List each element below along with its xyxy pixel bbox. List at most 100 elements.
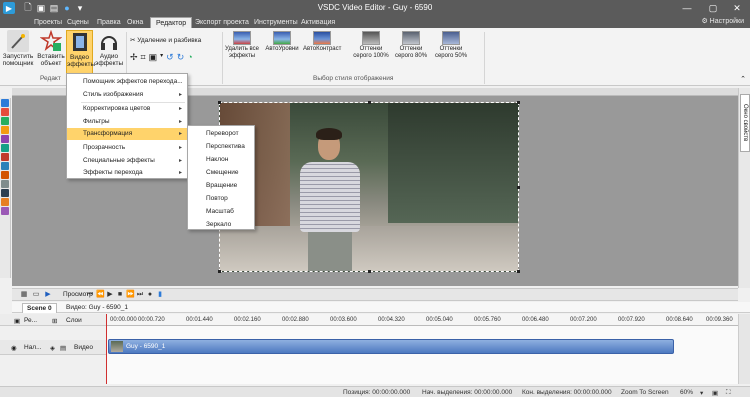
speed-icon[interactable]: ◔ xyxy=(187,52,192,63)
menu-item-transformation[interactable]: Трансформация ▸ xyxy=(67,128,187,140)
counter-tool-icon[interactable] xyxy=(1,171,9,179)
resize-handle[interactable] xyxy=(368,270,371,273)
submenu-item-repeat[interactable]: Повтор xyxy=(188,192,254,205)
submenu-item-flip[interactable]: Переворот xyxy=(188,127,254,140)
timeline-clip[interactable]: Guy - 6590_1 xyxy=(108,339,674,354)
video-effects-button[interactable]: Видео эффекты xyxy=(66,30,95,74)
person-shirt xyxy=(300,162,360,232)
audio-tool-icon[interactable] xyxy=(1,135,9,143)
resize-handle[interactable] xyxy=(218,270,221,273)
color-strip-icon[interactable]: ▮ xyxy=(156,291,164,299)
subtitle-tool-icon[interactable] xyxy=(1,189,9,197)
menu-item-filters[interactable]: Фильтры ▸ xyxy=(67,116,187,128)
text-tool-icon[interactable] xyxy=(1,108,9,116)
playhead[interactable] xyxy=(106,314,107,384)
menu-item-transition-effects[interactable]: Эффекты перехода ▸ xyxy=(67,167,187,179)
menu-item-image-style[interactable]: Стиль изображения ▸ xyxy=(67,89,187,101)
menu-item-transition-wizard[interactable]: Помощник эффектов перехода... xyxy=(67,76,187,88)
menu-item-label: Прозрачность xyxy=(83,144,126,151)
submenu-item-mirror[interactable]: Зеркало xyxy=(188,218,254,231)
play-icon[interactable]: ▶ xyxy=(106,291,114,299)
crop-frame-icon[interactable]: ▣ xyxy=(149,52,158,63)
rotate-left-icon[interactable]: ↺ xyxy=(166,52,174,63)
video-tool-icon[interactable] xyxy=(1,144,9,152)
preset-grayscale-50[interactable]: Оттенки серого 50% xyxy=(432,31,470,60)
layer-expand-icon[interactable]: ▣ xyxy=(14,317,20,325)
select-tool-icon[interactable] xyxy=(1,99,9,107)
rotate-right-icon[interactable]: ↻ xyxy=(177,52,185,63)
timeline-scrollbar[interactable] xyxy=(738,314,750,384)
preset-remove-all[interactable]: Удалить все эффекты xyxy=(223,31,261,60)
submenu-item-skew[interactable]: Наклон xyxy=(188,153,254,166)
resize-handle[interactable] xyxy=(517,186,520,189)
skip-to-start-icon[interactable]: ⏮ xyxy=(86,291,94,299)
tab-scenes[interactable]: Сцены xyxy=(62,17,94,28)
audio-effects-button[interactable]: Аудио эффекты xyxy=(95,30,123,67)
tab-windows[interactable]: Окна xyxy=(122,17,148,28)
video-frame[interactable] xyxy=(219,102,519,272)
resize-handle[interactable] xyxy=(517,101,520,104)
fullscreen-icon[interactable]: ⛶ xyxy=(726,389,731,397)
submenu-item-scale[interactable]: Масштаб xyxy=(188,205,254,218)
scene-tab[interactable]: Scene 0 xyxy=(22,303,57,313)
audio-toggle-icon[interactable]: ◈ xyxy=(50,344,55,352)
lock-icon[interactable]: ⊞ xyxy=(52,317,57,325)
shape-tool-icon[interactable] xyxy=(1,117,9,125)
preset-auto-levels[interactable]: АвтоУровни xyxy=(263,31,301,53)
menu-item-transparency[interactable]: Прозрачность ▸ xyxy=(67,142,187,154)
stop-icon[interactable]: ■ xyxy=(116,291,124,299)
skip-to-end-icon[interactable]: ⏭ xyxy=(136,291,144,299)
timeline-track-area[interactable] xyxy=(106,326,738,384)
tab-editor[interactable]: Редактор xyxy=(150,17,193,28)
chart-tool-icon[interactable] xyxy=(1,153,9,161)
dropdown-arrow-icon[interactable]: ▾ xyxy=(160,52,163,63)
layer-settings-icon[interactable]: ▤ xyxy=(60,344,66,352)
menu-bar: Проекты Сцены Правка Окна Редактор Экспо… xyxy=(0,16,750,28)
tab-activation[interactable]: Активация xyxy=(296,17,340,28)
tab-tools[interactable]: Инструменты xyxy=(249,17,303,28)
motion-tool-icon[interactable] xyxy=(1,198,9,206)
fast-forward-icon[interactable]: ⏩ xyxy=(126,291,135,299)
pin-tool-icon[interactable]: ✢ xyxy=(130,52,138,63)
menu-item-color-correction[interactable]: Корректировка цветов ▸ xyxy=(67,103,187,115)
resize-handle[interactable] xyxy=(218,101,221,104)
delete-split-label[interactable]: ✂ Удаление и разбивка xyxy=(130,36,201,44)
close-button[interactable]: ✕ xyxy=(724,0,750,16)
preset-grayscale-80[interactable]: Оттенки серого 80% xyxy=(392,31,430,60)
submenu-arrow-icon: ▸ xyxy=(178,158,182,164)
image-tool-icon[interactable] xyxy=(1,126,9,134)
preview-play-icon[interactable]: ▶ xyxy=(44,291,52,299)
preset-auto-contrast[interactable]: АвтоКонтраст xyxy=(303,31,341,53)
snapshot-icon[interactable]: ▭ xyxy=(32,291,40,299)
settings-link[interactable]: ⚙ Настройки xyxy=(701,17,744,25)
menu-item-special-effects[interactable]: Специальные эффекты ▸ xyxy=(67,155,187,167)
sprite-tool-icon[interactable] xyxy=(1,162,9,170)
insert-object-button[interactable]: Вставить объект xyxy=(36,29,66,67)
zoom-dropdown-icon[interactable]: ▾ xyxy=(700,389,703,397)
collapse-ribbon-icon[interactable]: ⌃ xyxy=(740,75,746,83)
zoom-tool-icon[interactable] xyxy=(1,207,9,215)
visibility-icon[interactable]: ◉ xyxy=(11,344,17,352)
mask-tool-icon[interactable] xyxy=(1,180,9,188)
tab-edit[interactable]: Правка xyxy=(92,17,126,28)
zoom-to-screen-button[interactable]: Zoom To Screen xyxy=(621,389,669,396)
grid-icon[interactable]: ▦ xyxy=(20,291,28,299)
resize-handle[interactable] xyxy=(517,270,520,273)
preset-grayscale-100[interactable]: Оттенки серого 100% xyxy=(352,31,390,60)
submenu-item-shift[interactable]: Смещение xyxy=(188,166,254,179)
submenu-item-rotate[interactable]: Вращение xyxy=(188,179,254,192)
rewind-icon[interactable]: ⏪ xyxy=(96,291,105,299)
menu-item-label: Трансформация xyxy=(83,130,133,137)
run-wizard-button[interactable]: Запустить помощник xyxy=(1,30,35,67)
record-icon[interactable]: ● xyxy=(146,291,154,299)
clip-thumbnail xyxy=(111,341,123,352)
maximize-button[interactable]: ▢ xyxy=(700,0,726,16)
minimize-button[interactable]: — xyxy=(674,0,700,16)
resize-handle[interactable] xyxy=(368,101,371,104)
crop-icon[interactable]: ⌗ xyxy=(141,52,146,63)
submenu-item-perspective[interactable]: Перспектива xyxy=(188,140,254,153)
fit-icon[interactable]: ▣ xyxy=(712,389,718,397)
tab-export[interactable]: Экспорт проекта xyxy=(190,17,254,28)
properties-window-tab[interactable]: Окно свойств xyxy=(740,94,750,152)
timeline-row-header[interactable]: ◉ Нал... ◈ ▤ Видео xyxy=(0,340,106,355)
